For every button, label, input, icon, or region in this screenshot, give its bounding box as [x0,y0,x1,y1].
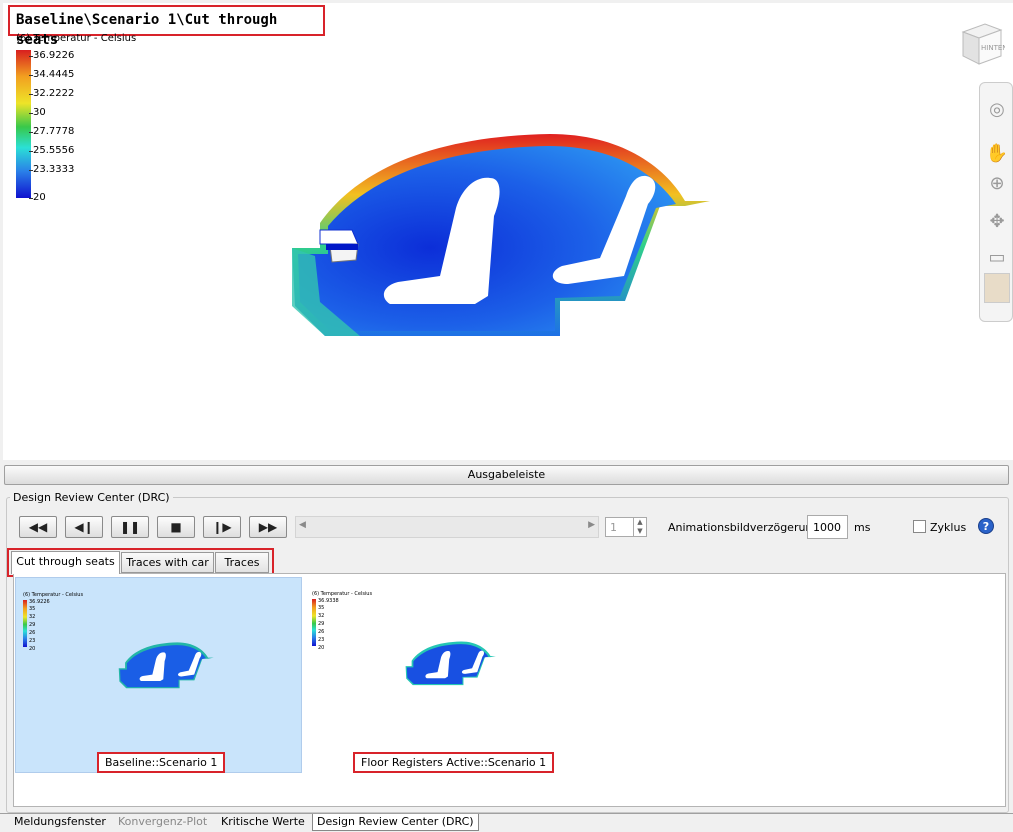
thumbnail-baseline[interactable]: (6) Temperatur - Celsius 36.9226 35 32 2… [15,577,302,773]
legend-tick: 20 [29,192,46,203]
legend-tick: 30 [29,107,46,118]
frame-stepper[interactable]: 1 ▲ ▼ [605,517,647,537]
mini-legend-title: (6) Temperatur - Celsius [23,592,84,598]
tab-cut-through-seats[interactable]: Cut through seats [11,551,120,574]
cycle-label: Zyklus [930,521,967,534]
thumbnail-caption: Floor Registers Active::Scenario 1 [353,752,555,773]
tab-design-review-center[interactable]: Design Review Center (DRC) [312,814,479,831]
mini-legend-bar [312,599,316,646]
navigation-bar: ◎ ✋ ⊕ ✥ ▭ [979,82,1013,322]
legend-tick: 36.9226 [28,50,75,61]
legend-tick: 32.2222 [28,88,75,99]
mini-legend-tick: 32 [318,613,325,619]
delay-unit: ms [854,521,871,534]
mini-legend-tick: 23 [29,638,36,644]
help-icon[interactable]: ? [978,518,994,534]
nav-slider[interactable] [984,273,1010,303]
mini-legend-tick: 23 [318,637,325,643]
mini-legend-tick: 29 [29,622,36,628]
mini-legend-tick: 29 [318,621,325,627]
mini-legend-tick: 20 [29,646,36,652]
cycle-checkbox[interactable] [913,520,926,533]
stop-button[interactable]: ■ [157,516,195,538]
view-cube-label: HINTEN [981,44,1005,52]
delay-label: Animationsbildverzögerung: [668,521,824,534]
look-icon[interactable]: ▭ [984,245,1010,271]
zoom-icon[interactable]: ⊕ [984,171,1010,197]
mini-legend-tick: 36.9338 [318,598,339,604]
view-cube[interactable]: HINTEN [955,18,1005,68]
pause-button[interactable]: ❚❚ [111,516,149,538]
steering-wheel-icon[interactable]: ◎ [984,97,1010,123]
animation-slider[interactable]: ◀ ▶ [295,516,599,538]
legend-tick: 27.7778 [28,126,75,137]
legend-title: (6) Temperatur - Celsius [16,33,137,44]
pan-hand-icon[interactable]: ✋ [984,141,1010,167]
delay-input[interactable] [807,515,848,539]
step-back-button[interactable]: ◀❙ [65,516,103,538]
mini-legend-bar [23,600,27,647]
view-title: Baseline\Scenario 1\Cut through seats [8,5,325,48]
output-bar[interactable]: Ausgabeleiste [4,465,1009,485]
rewind-button[interactable]: ◀◀ [19,516,57,538]
frame-value: 1 [610,521,617,534]
thumbnail-caption: Baseline::Scenario 1 [97,752,226,773]
mini-legend-tick: 35 [318,605,325,611]
mini-legend-title: (6) Temperatur - Celsius [312,591,373,597]
mini-legend-tick: 36.9226 [29,599,50,605]
legend-tick: 25.5556 [28,145,75,156]
step-forward-button[interactable]: ❙▶ [203,516,241,538]
fast-forward-button[interactable]: ▶▶ [249,516,287,538]
drc-panel-title: Design Review Center (DRC) [10,491,173,504]
color-legend-bar [16,50,31,198]
tab-traces-with-car[interactable]: Traces with car [121,552,214,573]
legend-tick: 34.4445 [28,69,75,80]
tab-meldungsfenster[interactable]: Meldungsfenster [10,814,110,831]
temperature-cutplane-plot [292,134,710,336]
tab-traces[interactable]: Traces [215,552,269,573]
slider-right-arrow-icon[interactable]: ▶ [588,520,595,530]
mini-legend-tick: 26 [29,630,36,636]
tab-kritische-werte[interactable]: Kritische Werte [217,814,309,831]
mini-legend-tick: 35 [29,606,36,612]
spin-arrows-icon[interactable]: ▲ ▼ [633,518,646,536]
orbit-icon[interactable]: ✥ [984,209,1010,235]
slider-left-arrow-icon[interactable]: ◀ [299,520,306,530]
legend-tick: 23.3333 [28,164,75,175]
mini-legend-tick: 26 [318,629,325,635]
mini-car-plot [405,641,496,686]
mini-legend-tick: 32 [29,614,36,620]
mini-legend-tick: 20 [318,645,325,651]
mini-car-plot [118,642,214,689]
tab-konvergenz-plot[interactable]: Konvergenz-Plot [114,814,211,831]
thumbnail-floor-registers[interactable]: (6) Temperatur - Celsius 36.9338 35 32 2… [305,577,592,773]
